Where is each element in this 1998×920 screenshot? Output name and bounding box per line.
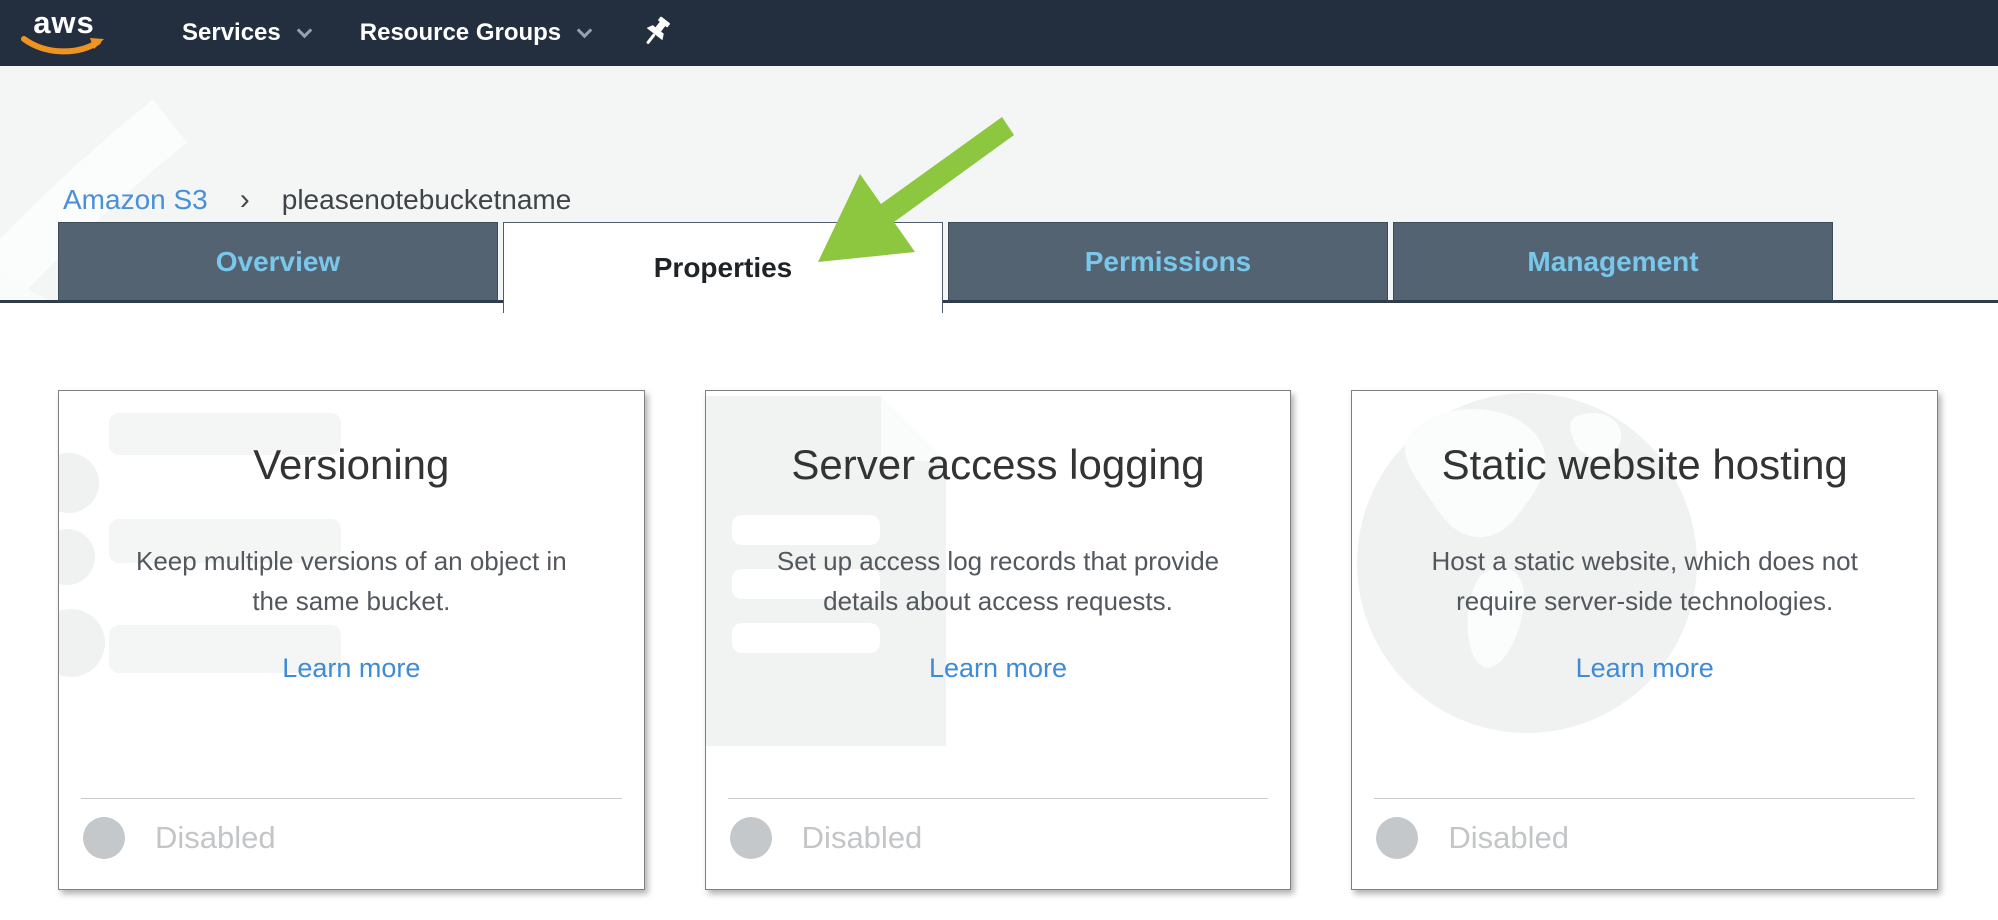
aws-logo-text: aws <box>33 9 95 37</box>
breadcrumb-separator-icon: › <box>240 186 250 214</box>
tab-properties[interactable]: Properties <box>503 222 943 313</box>
breadcrumb-current-bucket: pleasenotebucketname <box>282 184 572 216</box>
aws-smile-icon <box>20 35 108 57</box>
learn-more-link[interactable]: Learn more <box>1352 653 1937 684</box>
card-description: Keep multiple versions of an object in t… <box>59 541 644 621</box>
resource-groups-menu[interactable]: Resource Groups <box>360 19 590 47</box>
status-row: Disabled <box>730 817 1267 859</box>
learn-more-link[interactable]: Learn more <box>706 653 1291 684</box>
tab-permissions-label: Permissions <box>1085 246 1252 278</box>
status-indicator <box>83 817 125 859</box>
status-indicator <box>730 817 772 859</box>
tab-management-label: Management <box>1527 246 1698 278</box>
status-label: Disabled <box>155 820 276 856</box>
card-divider <box>81 798 622 799</box>
learn-more-link[interactable]: Learn more <box>59 653 644 684</box>
status-row: Disabled <box>83 817 620 859</box>
properties-tab-content: Versioning Keep multiple versions of an … <box>0 303 1998 920</box>
page-header: Amazon S3 › pleasenotebucketname Overvie… <box>0 66 1998 303</box>
status-label: Disabled <box>802 820 923 856</box>
chevron-down-icon <box>296 22 312 38</box>
card-server-access-logging[interactable]: Server access logging Set up access log … <box>705 390 1292 890</box>
card-versioning[interactable]: Versioning Keep multiple versions of an … <box>58 390 645 890</box>
status-label: Disabled <box>1448 820 1569 856</box>
tab-properties-label: Properties <box>654 252 793 284</box>
card-static-website-hosting[interactable]: Static website hosting Host a static web… <box>1351 390 1938 890</box>
tab-management[interactable]: Management <box>1393 222 1833 303</box>
breadcrumb-link-amazon-s3[interactable]: Amazon S3 <box>63 184 208 216</box>
card-divider <box>728 798 1269 799</box>
status-indicator <box>1376 817 1418 859</box>
card-title: Static website hosting <box>1352 441 1937 489</box>
card-description: Set up access log records that provide d… <box>706 541 1291 621</box>
services-menu[interactable]: Services <box>182 19 310 47</box>
card-divider <box>1374 798 1915 799</box>
tab-overview-label: Overview <box>216 246 341 278</box>
services-menu-label: Services <box>182 19 281 47</box>
status-row: Disabled <box>1376 817 1913 859</box>
card-title: Server access logging <box>706 441 1291 489</box>
card-description: Host a static website, which does not re… <box>1352 541 1937 621</box>
card-title: Versioning <box>59 441 644 489</box>
pushpin-icon[interactable] <box>642 16 672 50</box>
tab-overview[interactable]: Overview <box>58 222 498 303</box>
chevron-down-icon <box>577 22 593 38</box>
resource-groups-menu-label: Resource Groups <box>360 19 561 47</box>
bucket-tabs: Overview Properties Permissions Manageme… <box>0 222 1998 303</box>
aws-logo[interactable]: aws <box>18 9 110 57</box>
top-navbar: aws Services Resource Groups <box>0 0 1998 66</box>
tab-permissions[interactable]: Permissions <box>948 222 1388 303</box>
breadcrumb: Amazon S3 › pleasenotebucketname <box>63 184 571 216</box>
